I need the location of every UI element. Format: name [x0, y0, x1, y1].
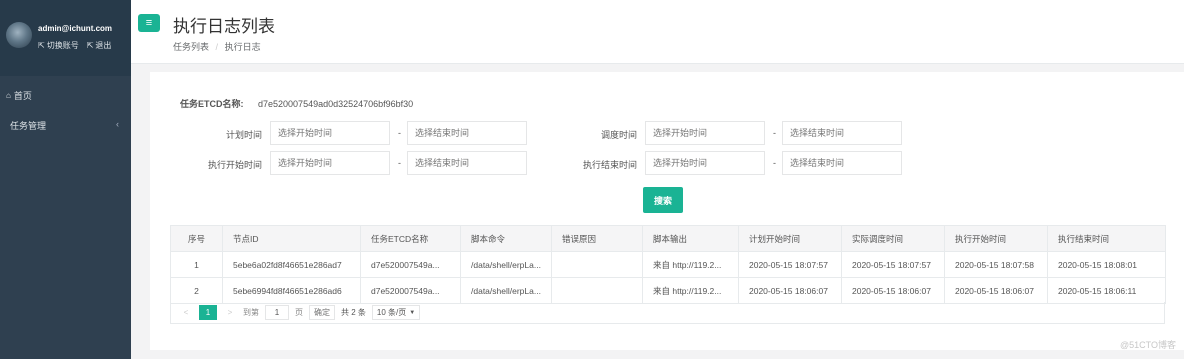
profile-username[interactable]: admin@ichunt.com [38, 24, 112, 33]
table-cell: 5ebe6a02fd8f46651e286ad7 [222, 251, 361, 278]
profile-links: ⇱ 切换账号 ⇱ 退出 [38, 40, 111, 51]
sidebar-item-home[interactable]: ⌂ 首页 [0, 85, 131, 105]
chevron-left-icon: ‹ [116, 119, 119, 129]
table-cell: 2020-05-15 18:06:07 [841, 277, 945, 304]
table-header-row: 序号 节点ID 任务ETCD名称 脚本命令 错误原因 脚本输出 计划开始时间 实… [170, 225, 1166, 252]
column-header[interactable]: 实际调度时间 [841, 225, 945, 252]
etcd-name-row: 任务ETCD名称: d7e520007549ad0d32524706bf96bf… [180, 97, 413, 110]
exec-start-to-input[interactable] [407, 151, 527, 175]
page-header: ≡ 执行日志列表 任务列表 / 执行日志 [131, 0, 1184, 64]
column-header[interactable]: 计划开始时间 [738, 225, 842, 252]
table-cell: 2 [170, 277, 223, 304]
caret-down-icon: ▼ [409, 309, 416, 316]
breadcrumb-task-list[interactable]: 任务列表 [173, 42, 209, 52]
range-dash: - [398, 128, 401, 138]
exec-start-time-label: 执行开始时间 [207, 160, 262, 170]
column-header[interactable]: 脚本命令 [460, 225, 552, 252]
current-page-button[interactable]: 1 [199, 305, 217, 320]
table-cell: 来自 http://119.2... [642, 277, 739, 304]
column-header[interactable]: 执行结束时间 [1047, 225, 1166, 252]
table-row[interactable]: 1 5ebe6a02fd8f46651e286ad7 d7e520007549a… [170, 251, 1166, 278]
range-dash: - [773, 158, 776, 168]
table-cell: 2020-05-15 18:07:58 [944, 251, 1048, 278]
execution-log-table: 序号 节点ID 任务ETCD名称 脚本命令 错误原因 脚本输出 计划开始时间 实… [170, 225, 1166, 304]
table-cell: 2020-05-15 18:07:57 [738, 251, 842, 278]
goto-confirm-button[interactable]: 确定 [309, 305, 335, 320]
pagination: < 1 > 到第 页 确定 共 2 条 10 条/页 ▼ [170, 302, 1165, 324]
logout-icon: ⇱ [86, 41, 94, 50]
page-title: 执行日志列表 [173, 17, 275, 36]
breadcrumb: 任务列表 / 执行日志 [173, 40, 261, 53]
sidebar-item-task-management[interactable]: 任务管理 ‹ [0, 115, 131, 135]
sign-out-icon: ⇱ [38, 41, 45, 50]
page-size-select[interactable]: 10 条/页 ▼ [371, 305, 421, 320]
table-cell: d7e520007549a... [360, 251, 461, 278]
table-cell: d7e520007549a... [360, 277, 461, 304]
exec-end-to-input[interactable] [782, 151, 902, 175]
table-cell: 2020-05-15 18:08:01 [1047, 251, 1166, 278]
sidebar-item-label: 任务管理 [10, 120, 47, 131]
table-cell [551, 251, 643, 278]
page-size-value: 10 条/页 [376, 308, 407, 317]
prev-page-button[interactable]: < [179, 308, 193, 317]
column-header[interactable]: 任务ETCD名称 [360, 225, 461, 252]
dispatch-end-input[interactable] [782, 121, 902, 145]
menu-toggle-button[interactable]: ≡ [138, 14, 160, 32]
exec-end-from-input[interactable] [645, 151, 765, 175]
table-cell: 1 [170, 251, 223, 278]
table-cell: /data/shell/erpLa... [460, 251, 552, 278]
goto-label: 到第 [243, 308, 259, 317]
table-row[interactable]: 2 5ebe6994fd8f46651e286ad6 d7e520007549a… [170, 277, 1166, 304]
watermark: @51CTO博客 [1120, 340, 1176, 350]
dispatch-time-label: 调度时间 [600, 130, 637, 140]
etcd-name-value: d7e520007549ad0d32524706bf96bf30 [258, 99, 414, 109]
search-button[interactable]: 搜索 [643, 187, 683, 213]
sidebar: admin@ichunt.com ⇱ 切换账号 ⇱ 退出 ⌂ 首页 任务管理 ‹ [0, 0, 131, 359]
table-cell [551, 277, 643, 304]
column-header[interactable]: 执行开始时间 [944, 225, 1048, 252]
exec-end-time-label: 执行结束时间 [582, 160, 637, 170]
switch-account-link[interactable]: ⇱ 切换账号 [38, 40, 79, 51]
content-panel: 任务ETCD名称: d7e520007549ad0d32524706bf96bf… [150, 72, 1184, 350]
table-cell: /data/shell/erpLa... [460, 277, 552, 304]
hamburger-icon: ≡ [145, 17, 153, 29]
range-dash: - [398, 158, 401, 168]
plan-end-input[interactable] [407, 121, 527, 145]
table-cell: 2020-05-15 18:06:07 [944, 277, 1048, 304]
breadcrumb-execution-log: 执行日志 [224, 42, 261, 52]
plan-time-label: 计划时间 [225, 130, 262, 140]
logout-label: 退出 [95, 41, 112, 50]
switch-account-label: 切换账号 [46, 41, 79, 50]
page-unit-label: 页 [295, 308, 303, 317]
home-icon: ⌂ [6, 90, 11, 100]
total-count: 共 2 条 [341, 308, 366, 317]
sidebar-item-label: 首页 [13, 90, 32, 101]
table-cell: 2020-05-15 18:07:57 [841, 251, 945, 278]
column-header[interactable]: 节点ID [222, 225, 361, 252]
breadcrumb-separator: / [215, 42, 219, 52]
plan-start-input[interactable] [270, 121, 390, 145]
table-cell: 来自 http://119.2... [642, 251, 739, 278]
profile-panel: admin@ichunt.com ⇱ 切换账号 ⇱ 退出 [0, 0, 131, 76]
table-cell: 5ebe6994fd8f46651e286ad6 [222, 277, 361, 304]
exec-start-from-input[interactable] [270, 151, 390, 175]
column-header[interactable]: 错误原因 [551, 225, 643, 252]
next-page-button[interactable]: > [223, 308, 237, 317]
range-dash: - [773, 128, 776, 138]
avatar[interactable] [6, 22, 32, 48]
etcd-name-label: 任务ETCD名称: [180, 99, 244, 109]
column-header[interactable]: 脚本输出 [642, 225, 739, 252]
table-cell: 2020-05-15 18:06:11 [1047, 277, 1166, 304]
table-cell: 2020-05-15 18:06:07 [738, 277, 842, 304]
column-header[interactable]: 序号 [170, 225, 223, 252]
logout-link[interactable]: ⇱ 退出 [87, 40, 112, 51]
goto-page-input[interactable] [265, 305, 289, 320]
dispatch-start-input[interactable] [645, 121, 765, 145]
